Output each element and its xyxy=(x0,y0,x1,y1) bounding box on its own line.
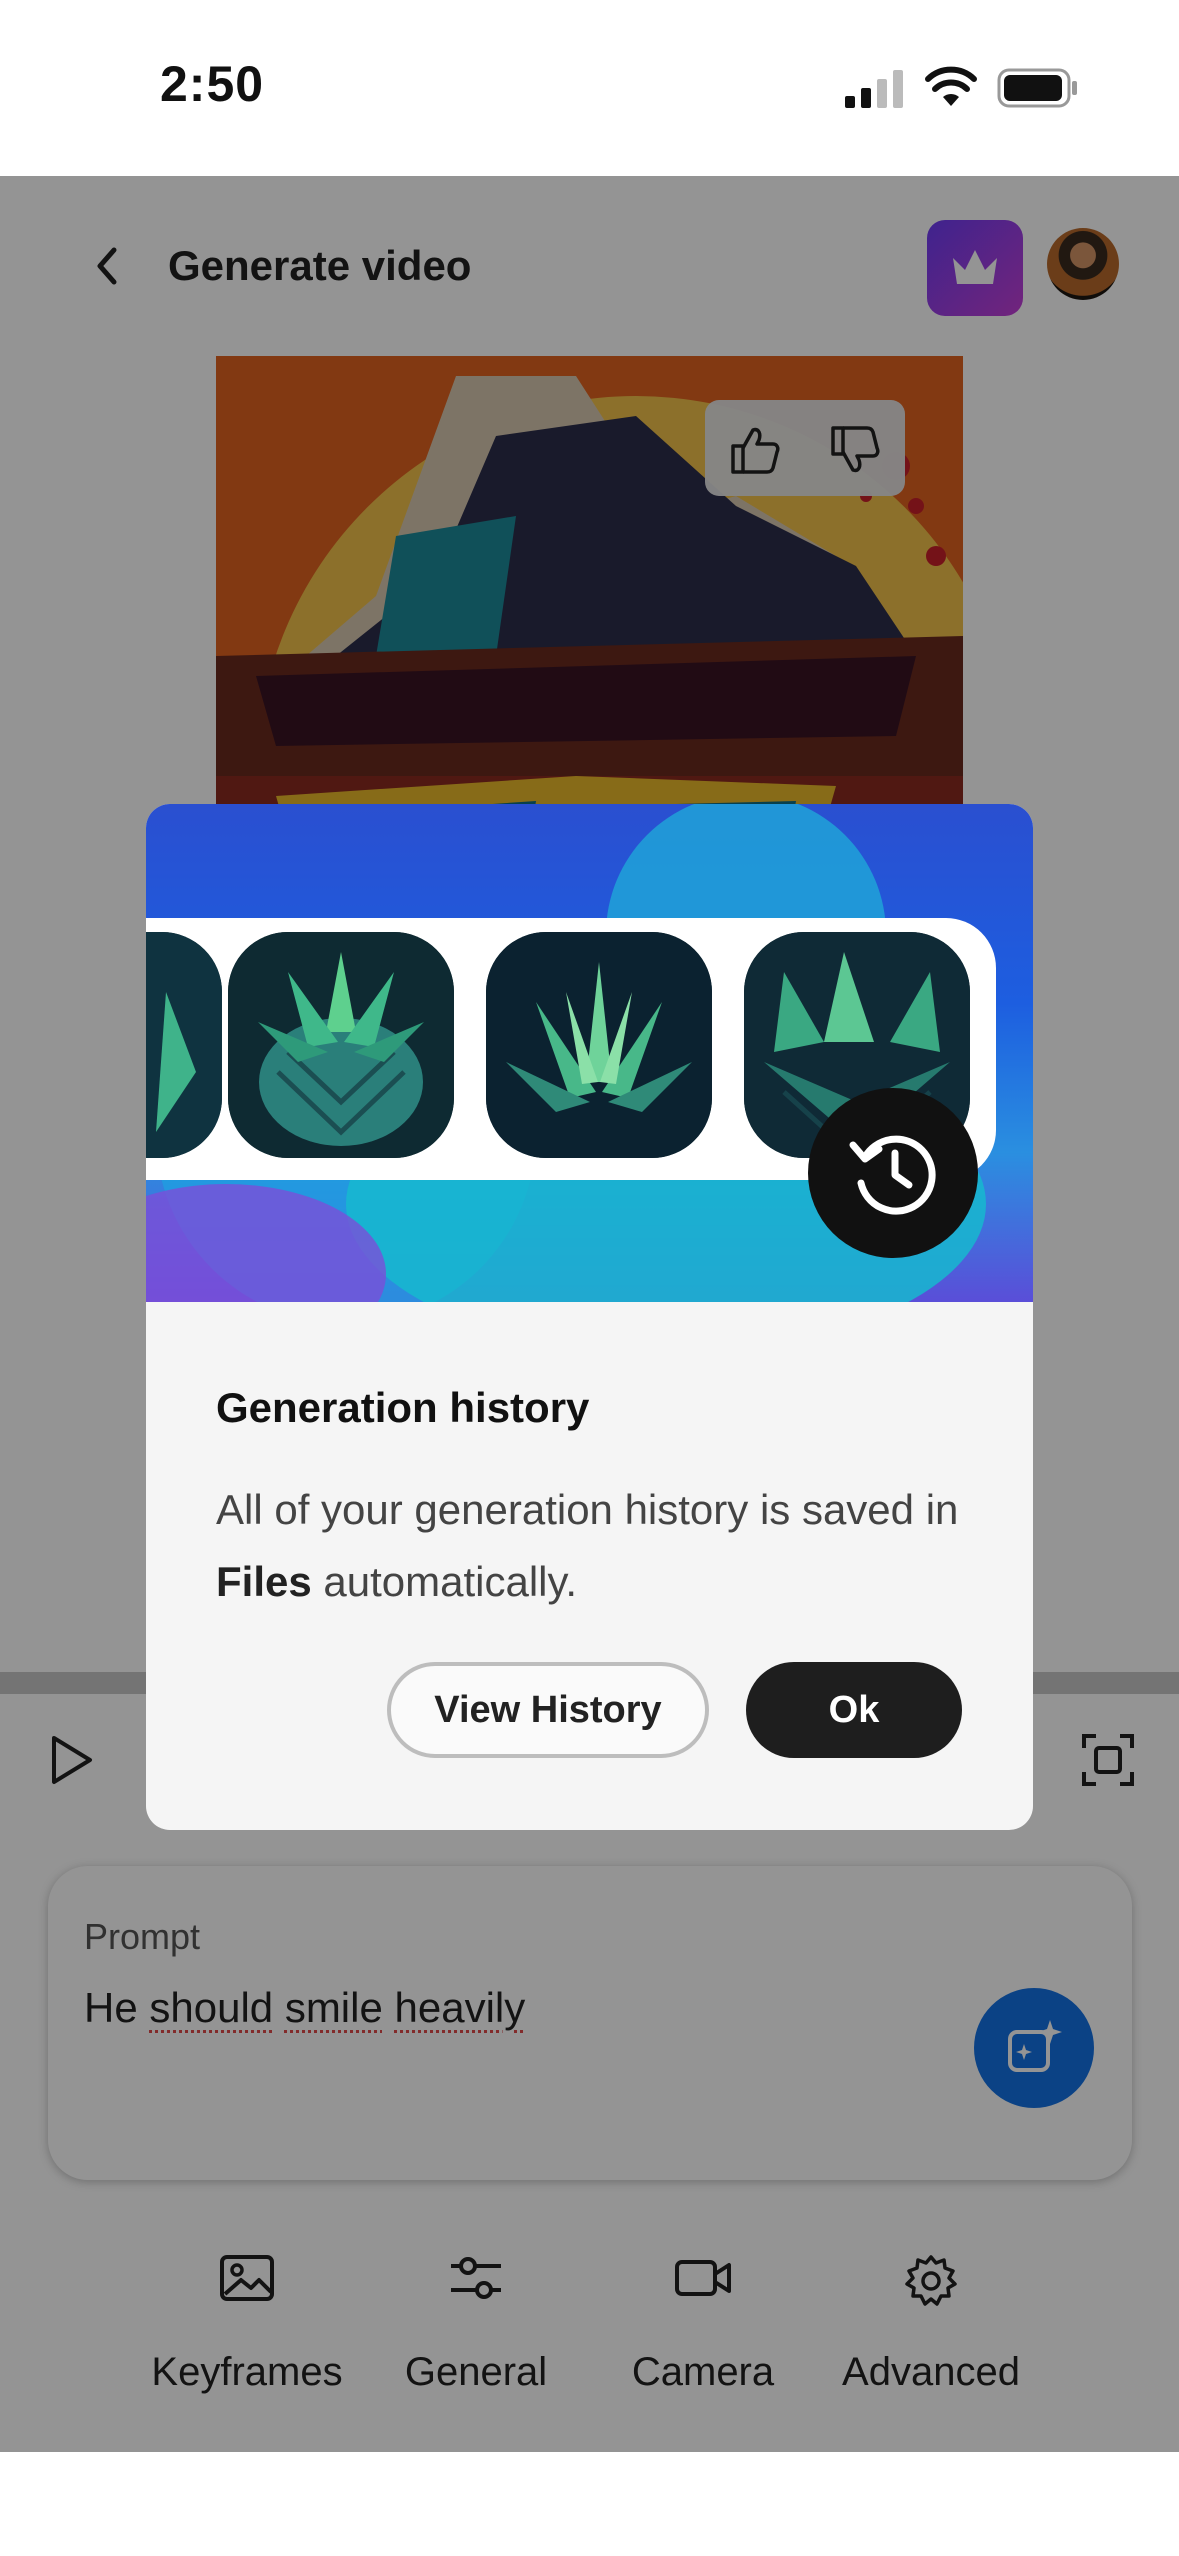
home-indicator-area xyxy=(0,2452,1179,2556)
history-illustration xyxy=(146,804,1033,1302)
history-badge xyxy=(808,1088,978,1258)
dialog-message-text: All of your generation history is saved … xyxy=(216,1486,959,1533)
status-time: 2:50 xyxy=(160,56,265,112)
wifi-icon xyxy=(925,66,977,106)
status-bar: 2:50 xyxy=(0,0,1179,176)
battery-icon xyxy=(997,68,1077,108)
history-thumbnail xyxy=(228,932,454,1158)
ok-button[interactable]: Ok xyxy=(746,1662,962,1758)
dialog-title: Generation history xyxy=(216,1384,590,1431)
history-thumbnail xyxy=(486,932,712,1158)
dialog-message-text: automatically. xyxy=(311,1558,578,1605)
history-thumbnail xyxy=(146,932,222,1158)
dialog-message-bold: Files xyxy=(216,1558,312,1605)
view-history-button[interactable]: View History xyxy=(387,1662,709,1758)
generation-history-dialog: Generation history All of your generatio… xyxy=(146,804,1033,1830)
history-clock-icon xyxy=(849,1135,936,1215)
dialog-message: All of your generation history is saved … xyxy=(216,1474,976,1618)
cellular-signal-icon xyxy=(845,70,903,108)
